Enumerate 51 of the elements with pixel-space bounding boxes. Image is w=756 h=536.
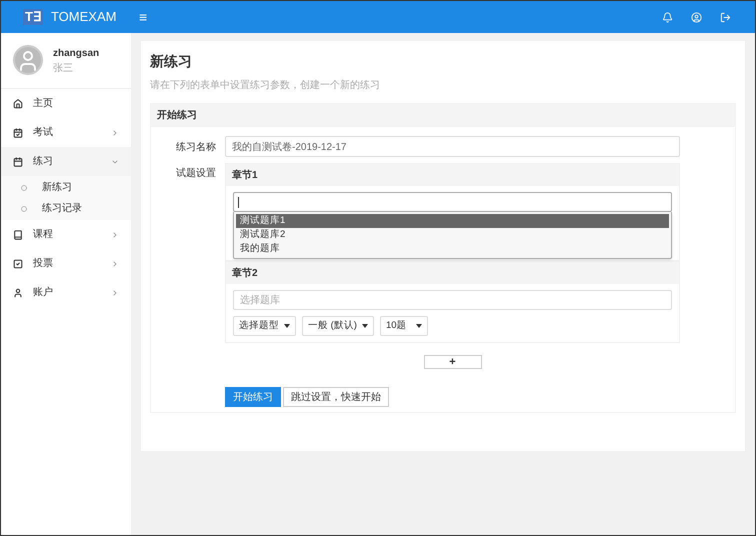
nav-item[interactable]: 主页: [1, 89, 131, 118]
nav-item[interactable]: 考试: [1, 118, 131, 147]
user-display-name: 张三: [53, 62, 74, 76]
circle-icon: [21, 184, 27, 190]
start-button[interactable]: 开始练习: [225, 387, 281, 407]
chevron-right-icon: [111, 128, 119, 136]
chevron-right-icon: [111, 288, 119, 296]
calendar-check-icon: [13, 128, 23, 138]
nav-item[interactable]: 练习: [1, 147, 131, 176]
avatar: [13, 45, 43, 75]
nav-item[interactable]: 投票: [1, 249, 131, 278]
page-subtitle: 请在下列的表单中设置练习参数，创建一个新的练习: [150, 78, 381, 93]
chevron-right-icon: [111, 260, 119, 268]
bank-search-field[interactable]: [233, 192, 672, 212]
book-icon: [13, 230, 23, 240]
select-dropdown[interactable]: 10题: [380, 316, 428, 336]
page-title: 新练习: [150, 52, 193, 71]
notification-icon[interactable]: [662, 12, 673, 22]
name-field[interactable]: 我的自测试卷-2019-12-17: [225, 136, 680, 157]
chapter-title: 章节2: [226, 262, 679, 284]
nav-item[interactable]: 账户: [1, 278, 131, 307]
field-label: 练习名称: [175, 141, 216, 155]
chapter-title: 章节1: [226, 164, 679, 186]
bank-select-field[interactable]: 选择题库: [233, 290, 672, 310]
user-icon: [13, 288, 23, 298]
panel-title: 开始练习: [151, 104, 735, 127]
dropdown-option[interactable]: 测试题库1: [236, 214, 669, 228]
user-name: zhangsan: [53, 47, 100, 61]
circle-icon: [21, 206, 27, 212]
select-dropdown[interactable]: 一般 (默认): [302, 316, 374, 336]
quick-start-button[interactable]: 跳过设置，快速开始: [283, 387, 389, 407]
user-icon[interactable]: [691, 12, 702, 22]
calendar-icon: [13, 156, 23, 166]
dropdown-option[interactable]: 我的题库: [236, 242, 669, 256]
chevron-right-icon: [111, 230, 119, 238]
brand-name: TOMEXAM: [50, 8, 116, 26]
nav-subitem[interactable]: 练习记录: [1, 198, 131, 219]
home-icon: [13, 98, 23, 108]
nav-item[interactable]: 课程: [1, 220, 131, 249]
dropdown-option[interactable]: 测试题库2: [236, 228, 669, 242]
nav-subitem[interactable]: 新练习: [1, 177, 131, 198]
caret-icon: [284, 324, 290, 328]
caret-icon: [362, 324, 368, 328]
menu-button[interactable]: ≡: [139, 10, 148, 24]
add-chapter-button[interactable]: +: [424, 355, 482, 369]
logout-icon[interactable]: [720, 12, 731, 22]
logo: T∃: [23, 9, 43, 25]
field-label: 试题设置: [175, 166, 216, 181]
caret-icon: [416, 324, 422, 328]
select-dropdown[interactable]: 选择题型: [233, 316, 296, 336]
check-square-icon: [13, 258, 23, 268]
